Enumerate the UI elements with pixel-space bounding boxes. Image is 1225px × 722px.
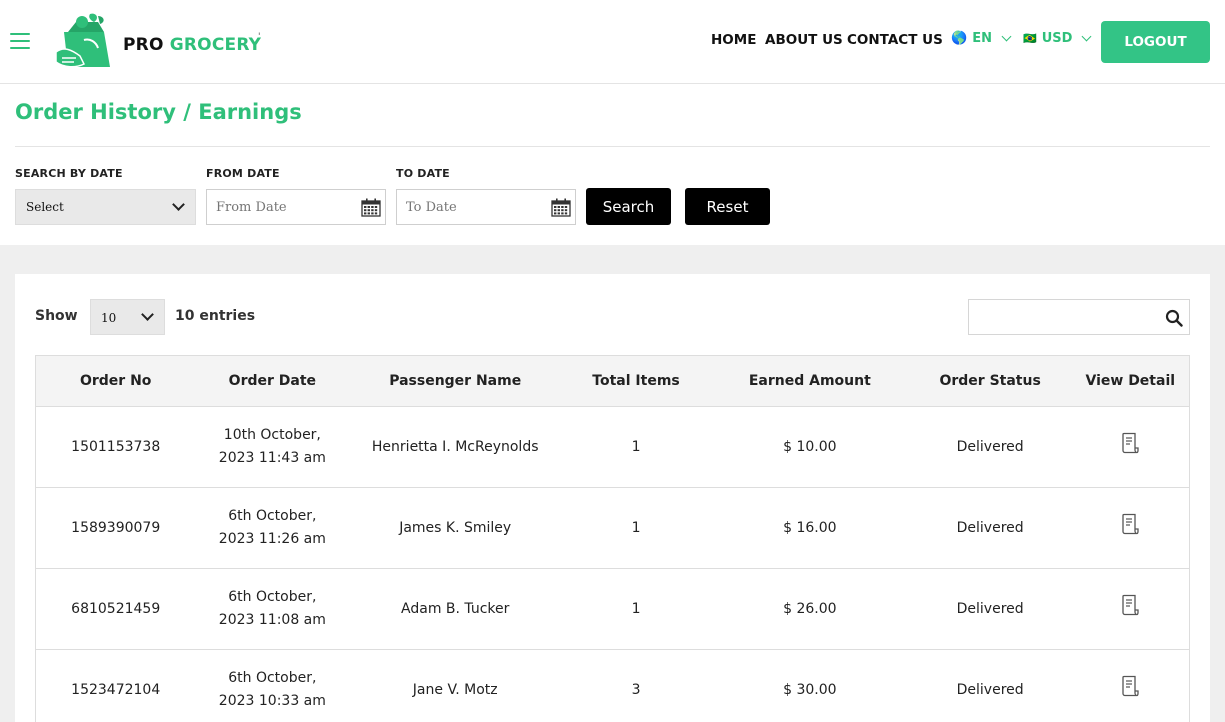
table-row: 1501153738 10th October, 2023 11:43 am H…: [35, 406, 1190, 488]
grocery-bag-logo-icon: [55, 13, 110, 68]
order-date-cell: 6th October, 2023 11:26 am: [195, 487, 350, 569]
show-label: Show: [35, 308, 78, 324]
view-detail-cell: [1071, 568, 1190, 650]
chevron-down-icon: [1081, 31, 1092, 42]
col-total-items[interactable]: Total Items: [561, 355, 711, 407]
chevron-down-icon: [172, 198, 185, 211]
top-header: PRO GROCERY ' HOME ABOUT US CONTACT US 🌎…: [0, 0, 1225, 84]
orders-table: Order No Order Date Passenger Name Total…: [35, 355, 1190, 722]
currency-dropdown[interactable]: 🇧🇷 USD: [1023, 31, 1092, 46]
passenger-name-cell: James K. Smiley: [349, 487, 562, 569]
total-items-cell: 1: [561, 406, 711, 488]
table-search-input[interactable]: [969, 300, 1154, 334]
nav-home-link[interactable]: HOME: [711, 32, 756, 50]
order-date-cell: 6th October, 2023 11:08 am: [195, 568, 350, 650]
brand-name-grocery: GROCERY: [169, 35, 262, 55]
table-header-row: Order No Order Date Passenger Name Total…: [35, 355, 1190, 407]
earned-amount-cell: $ 26.00: [710, 568, 909, 650]
order-date-cell: 10th October, 2023 11:43 am: [195, 406, 350, 488]
order-no-cell: 1501153738: [35, 406, 196, 488]
search-by-date-label: SEARCH BY DATE: [15, 167, 123, 180]
receipt-icon[interactable]: [1120, 594, 1140, 616]
from-date-label: FROM DATE: [206, 167, 280, 180]
view-detail-cell: [1071, 406, 1190, 488]
receipt-icon[interactable]: [1120, 513, 1140, 535]
reset-button[interactable]: Reset: [685, 188, 770, 225]
language-label: EN: [972, 31, 992, 46]
view-detail-cell: [1071, 649, 1190, 722]
order-status-cell: Delivered: [908, 568, 1072, 650]
col-view-detail[interactable]: View Detail: [1071, 355, 1190, 407]
passenger-name-cell: Adam B. Tucker: [349, 568, 562, 650]
col-passenger-name[interactable]: Passenger Name: [349, 355, 562, 407]
receipt-icon[interactable]: [1120, 675, 1140, 697]
order-date-cell: 6th October, 2023 10:33 am: [195, 649, 350, 722]
flag-icon: 🇧🇷: [1023, 32, 1037, 45]
order-status-cell: Delivered: [908, 487, 1072, 569]
brand-logo[interactable]: PRO GROCERY ': [54, 12, 269, 72]
to-date-field[interactable]: [396, 189, 576, 225]
search-button[interactable]: Search: [586, 188, 671, 225]
nav-about-link[interactable]: ABOUT US: [765, 32, 843, 50]
order-status-cell: Delivered: [908, 406, 1072, 488]
order-status-cell: Delivered: [908, 649, 1072, 722]
table-search-field[interactable]: [968, 299, 1190, 335]
page-title: Order History / Earnings: [15, 100, 302, 124]
language-dropdown[interactable]: 🌎 EN: [951, 31, 1012, 46]
col-order-date[interactable]: Order Date: [195, 355, 350, 407]
nav-contact-link[interactable]: CONTACT US: [847, 32, 943, 50]
calendar-icon[interactable]: [361, 198, 381, 217]
to-date-input[interactable]: [397, 190, 537, 224]
total-items-cell: 3: [561, 649, 711, 722]
col-order-status[interactable]: Order Status: [908, 355, 1072, 407]
col-earned-amount[interactable]: Earned Amount: [710, 355, 909, 407]
page-length-select[interactable]: 10: [90, 299, 165, 335]
view-detail-cell: [1071, 487, 1190, 569]
order-no-cell: 1589390079: [35, 487, 196, 569]
receipt-icon[interactable]: [1120, 432, 1140, 454]
currency-label: USD: [1041, 31, 1073, 46]
from-date-field[interactable]: [206, 189, 386, 225]
earned-amount-cell: $ 16.00: [710, 487, 909, 569]
table-row: 6810521459 6th October, 2023 11:08 am Ad…: [35, 568, 1190, 650]
total-items-cell: 1: [561, 487, 711, 569]
order-date-text: 6th October, 2023 10:33 am: [218, 670, 326, 709]
page-length-value: 10: [101, 311, 117, 325]
col-order-no[interactable]: Order No: [35, 355, 196, 407]
search-by-date-select[interactable]: Select: [15, 189, 196, 225]
entries-label: 10 entries: [175, 308, 256, 324]
passenger-name-cell: Henrietta I. McReynolds: [349, 406, 562, 488]
calendar-icon[interactable]: [551, 198, 571, 217]
order-date-text: 10th October, 2023 11:43 am: [218, 427, 326, 466]
from-date-input[interactable]: [207, 190, 347, 224]
brand-mark: ': [258, 32, 261, 42]
search-icon[interactable]: [1165, 309, 1183, 327]
search-by-date-value: Select: [26, 200, 64, 214]
to-date-label: TO DATE: [396, 167, 450, 180]
earned-amount-cell: $ 10.00: [710, 406, 909, 488]
order-no-cell: 1523472104: [35, 649, 196, 722]
hamburger-menu-icon[interactable]: [10, 33, 30, 50]
chevron-down-icon: [1001, 31, 1012, 42]
brand-name-pro: PRO: [123, 35, 164, 55]
table-row: 1523472104 6th October, 2023 10:33 am Ja…: [35, 649, 1190, 722]
earned-amount-cell: $ 30.00: [710, 649, 909, 722]
total-items-cell: 1: [561, 568, 711, 650]
title-divider: [15, 146, 1210, 147]
table-row: 1589390079 6th October, 2023 11:26 am Ja…: [35, 487, 1190, 569]
globe-icon: 🌎: [951, 31, 968, 46]
passenger-name-cell: Jane V. Motz: [349, 649, 562, 722]
chevron-down-icon: [141, 308, 154, 321]
order-no-cell: 6810521459: [35, 568, 196, 650]
logout-button[interactable]: LOGOUT: [1101, 21, 1210, 63]
order-date-text: 6th October, 2023 11:08 am: [218, 589, 326, 628]
order-date-text: 6th October, 2023 11:26 am: [218, 508, 326, 547]
brand-name: PRO GROCERY: [123, 35, 261, 55]
